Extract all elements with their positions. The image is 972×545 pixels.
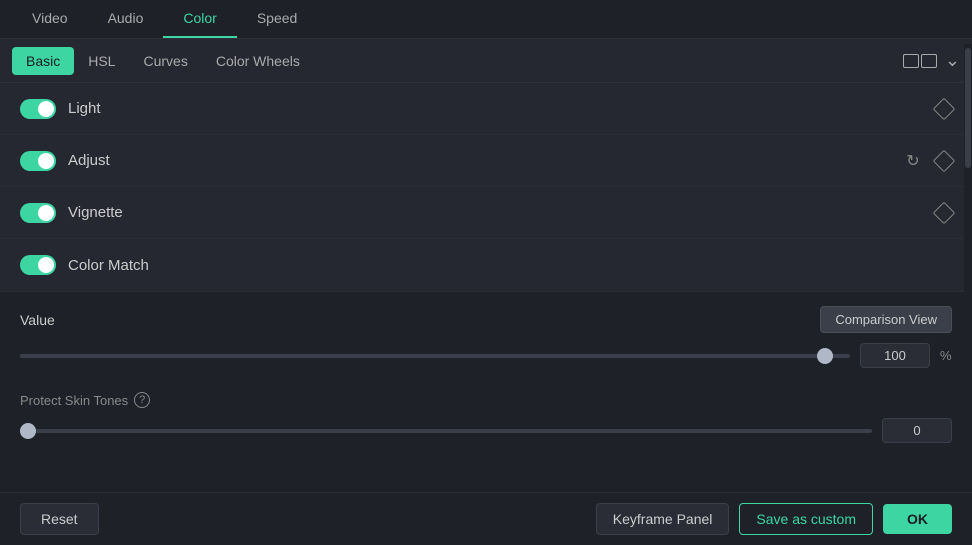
save-as-custom-button[interactable]: Save as custom <box>739 503 873 535</box>
section-label-light: Light <box>68 100 101 117</box>
tab-color[interactable]: Color <box>163 0 236 38</box>
value-slider-row: % <box>20 343 952 368</box>
toggle-light[interactable] <box>20 99 56 119</box>
diamond-icon-vignette[interactable] <box>933 201 956 224</box>
value-header: Value Comparison View <box>20 306 952 333</box>
section-label-vignette: Vignette <box>68 204 123 221</box>
tab-curves[interactable]: Curves <box>129 47 201 75</box>
top-tab-bar: Video Audio Color Speed <box>0 0 972 39</box>
diamond-icon-light[interactable] <box>933 97 956 120</box>
section-row-vignette: Vignette <box>0 187 972 239</box>
reset-button[interactable]: Reset <box>20 503 99 535</box>
chevron-down-icon[interactable]: ⌄ <box>945 50 960 71</box>
value-section: Value Comparison View % <box>0 291 972 382</box>
sub-tab-bar: Basic HSL Curves Color Wheels ⌄ <box>0 39 972 83</box>
comparison-view-button[interactable]: Comparison View <box>820 306 952 333</box>
section-label-adjust: Adjust <box>68 152 110 169</box>
protect-skin-tones-section: Protect Skin Tones ? <box>0 382 972 457</box>
scrollbar[interactable] <box>964 44 972 489</box>
value-slider-fill <box>20 354 825 358</box>
value-slider-thumb[interactable] <box>817 348 833 364</box>
protect-skin-tones-label: Protect Skin Tones <box>20 393 128 408</box>
section-label-color-match: Color Match <box>68 257 149 274</box>
section-row-light: Light <box>0 83 972 135</box>
toggle-vignette[interactable] <box>20 203 56 223</box>
protect-slider-row <box>20 418 952 443</box>
ok-button[interactable]: OK <box>883 504 952 534</box>
protect-slider-thumb[interactable] <box>20 423 36 439</box>
scrollbar-thumb[interactable] <box>965 48 971 168</box>
section-actions-light <box>936 101 952 117</box>
protect-slider-track[interactable] <box>20 429 872 433</box>
bottom-bar: Reset Keyframe Panel Save as custom OK <box>0 492 972 545</box>
keyframe-panel-button[interactable]: Keyframe Panel <box>596 503 730 535</box>
tab-color-wheels[interactable]: Color Wheels <box>202 47 314 75</box>
section-list: Light Adjust ↻ Vignette Color Match <box>0 83 972 291</box>
section-row-adjust: Adjust ↻ <box>0 135 972 187</box>
protect-skin-tones-label-row: Protect Skin Tones ? <box>20 392 952 408</box>
tab-basic[interactable]: Basic <box>12 47 74 75</box>
tab-speed[interactable]: Speed <box>237 0 317 38</box>
reset-icon-adjust[interactable]: ↻ <box>902 150 924 172</box>
toggle-adjust[interactable] <box>20 151 56 171</box>
section-row-color-match: Color Match <box>0 239 972 291</box>
value-slider-track[interactable] <box>20 354 850 358</box>
section-actions-adjust: ↻ <box>902 150 952 172</box>
split-view-icon[interactable] <box>903 54 937 68</box>
tab-audio[interactable]: Audio <box>88 0 164 38</box>
protect-value-input[interactable] <box>882 418 952 443</box>
main-content: Light Adjust ↻ Vignette Color Match <box>0 83 972 484</box>
tab-hsl[interactable]: HSL <box>74 47 129 75</box>
tab-video[interactable]: Video <box>12 0 88 38</box>
toggle-color-match[interactable] <box>20 255 56 275</box>
value-percent-sign: % <box>940 348 952 363</box>
section-actions-vignette <box>936 205 952 221</box>
bottom-right-actions: Keyframe Panel Save as custom OK <box>596 503 952 535</box>
value-label: Value <box>20 312 55 328</box>
sub-tabs-actions: ⌄ <box>903 50 960 71</box>
help-icon[interactable]: ? <box>134 392 150 408</box>
value-input[interactable] <box>860 343 930 368</box>
diamond-icon-adjust[interactable] <box>933 149 956 172</box>
